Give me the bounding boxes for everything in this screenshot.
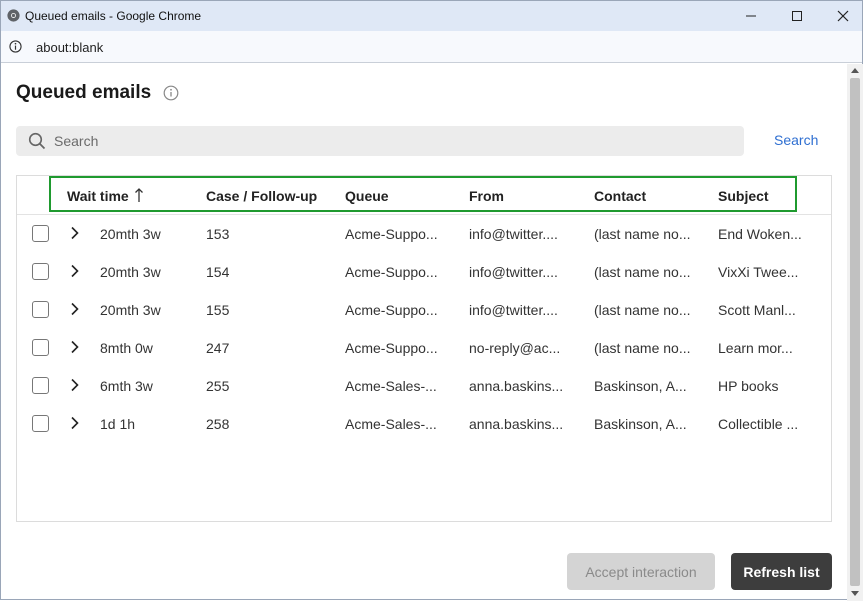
cell-wait-time: 20mth 3w (100, 226, 161, 242)
cell-case: 258 (206, 416, 230, 432)
table-row[interactable]: 6mth 3w 255 Acme-Sales-... anna.baskins.… (17, 367, 831, 405)
info-icon[interactable] (9, 40, 22, 53)
cell-contact: Baskinson, A... (594, 378, 687, 394)
cell-subject: Scott Manl... (718, 302, 796, 318)
chevron-right-icon[interactable] (70, 264, 80, 278)
cell-queue: Acme-Suppo... (345, 264, 438, 280)
row-checkbox[interactable] (32, 415, 49, 432)
column-header-case[interactable]: Case / Follow-up (206, 188, 317, 204)
info-icon[interactable] (163, 85, 179, 101)
search-link[interactable]: Search (774, 132, 818, 148)
row-checkbox[interactable] (32, 225, 49, 242)
window-title: Queued emails - Google Chrome (25, 9, 202, 23)
cell-from: info@twitter.... (469, 264, 558, 280)
table-header: Wait time Case / Follow-up Queue From Co… (17, 176, 831, 215)
cell-from: anna.baskins... (469, 416, 564, 432)
close-button[interactable] (820, 1, 863, 31)
search-icon (28, 132, 46, 150)
chevron-right-icon[interactable] (70, 340, 80, 354)
address-bar: about:blank (1, 31, 862, 63)
cell-contact: (last name no... (594, 302, 691, 318)
sort-up-arrow-icon[interactable] (134, 187, 144, 203)
cell-subject: Collectible ... (718, 416, 799, 432)
row-checkbox[interactable] (32, 301, 49, 318)
cell-case: 153 (206, 226, 230, 242)
cell-wait-time: 1d 1h (100, 416, 136, 432)
browser-window: Queued emails - Google Chrome about:blan… (0, 0, 863, 601)
cell-queue: Acme-Sales-... (345, 416, 437, 432)
column-header-contact[interactable]: Contact (594, 188, 646, 204)
cell-wait-time: 6mth 3w (100, 378, 153, 394)
refresh-list-button[interactable]: Refresh list (731, 553, 832, 590)
cell-wait-time: 8mth 0w (100, 340, 153, 356)
header-highlight-box (49, 176, 797, 212)
row-checkbox[interactable] (32, 377, 49, 394)
table-row[interactable]: 20mth 3w 153 Acme-Suppo... info@twitter.… (17, 215, 831, 253)
cell-queue: Acme-Suppo... (345, 302, 438, 318)
cell-subject: End Woken... (718, 226, 802, 242)
cell-case: 255 (206, 378, 230, 394)
cell-case: 155 (206, 302, 230, 318)
search-input[interactable] (54, 126, 734, 156)
cell-from: info@twitter.... (469, 226, 558, 242)
scroll-down-arrow-icon[interactable] (851, 591, 859, 596)
cell-subject: HP books (718, 378, 779, 394)
chevron-right-icon[interactable] (70, 378, 80, 392)
cell-contact: (last name no... (594, 226, 691, 242)
url-text[interactable]: about:blank (36, 40, 103, 55)
cell-queue: Acme-Sales-... (345, 378, 437, 394)
cell-wait-time: 20mth 3w (100, 264, 161, 280)
cell-from: info@twitter.... (469, 302, 558, 318)
vertical-scrollbar[interactable] (847, 64, 863, 601)
minimize-icon (746, 15, 756, 17)
chevron-right-icon[interactable] (70, 302, 80, 316)
cell-contact: Baskinson, A... (594, 416, 687, 432)
table-row[interactable]: 1d 1h 258 Acme-Sales-... anna.baskins...… (17, 405, 831, 443)
column-header-from[interactable]: From (469, 188, 504, 204)
row-checkbox[interactable] (32, 339, 49, 356)
queued-emails-table: Wait time Case / Follow-up Queue From Co… (16, 175, 832, 522)
column-header-wait-time[interactable]: Wait time (67, 188, 129, 204)
cell-from: anna.baskins... (469, 378, 564, 394)
accept-interaction-button[interactable]: Accept interaction (567, 553, 715, 590)
column-header-subject[interactable]: Subject (718, 188, 769, 204)
cell-subject: Learn mor... (718, 340, 793, 356)
chrome-icon (7, 9, 20, 22)
table-row[interactable]: 20mth 3w 154 Acme-Suppo... info@twitter.… (17, 253, 831, 291)
table-row[interactable]: 8mth 0w 247 Acme-Suppo... no-reply@ac...… (17, 329, 831, 367)
chevron-right-icon[interactable] (70, 416, 80, 430)
table-row[interactable]: 20mth 3w 155 Acme-Suppo... info@twitter.… (17, 291, 831, 329)
cell-case: 247 (206, 340, 230, 356)
column-header-queue[interactable]: Queue (345, 188, 389, 204)
cell-contact: (last name no... (594, 340, 691, 356)
close-icon (837, 10, 849, 22)
cell-queue: Acme-Suppo... (345, 226, 438, 242)
cell-subject: VixXi Twee... (718, 264, 799, 280)
row-checkbox[interactable] (32, 263, 49, 280)
maximize-icon (792, 11, 802, 21)
search-box (16, 126, 744, 156)
maximize-button[interactable] (774, 1, 820, 31)
scrollbar-thumb[interactable] (850, 78, 860, 586)
cell-contact: (last name no... (594, 264, 691, 280)
page-title: Queued emails (16, 82, 152, 103)
cell-from: no-reply@ac... (469, 340, 561, 356)
title-bar: Queued emails - Google Chrome (1, 1, 862, 31)
minimize-button[interactable] (728, 1, 774, 31)
cell-case: 154 (206, 264, 230, 280)
chevron-right-icon[interactable] (70, 226, 80, 240)
scroll-up-arrow-icon[interactable] (851, 68, 859, 73)
cell-wait-time: 20mth 3w (100, 302, 161, 318)
cell-queue: Acme-Suppo... (345, 340, 438, 356)
